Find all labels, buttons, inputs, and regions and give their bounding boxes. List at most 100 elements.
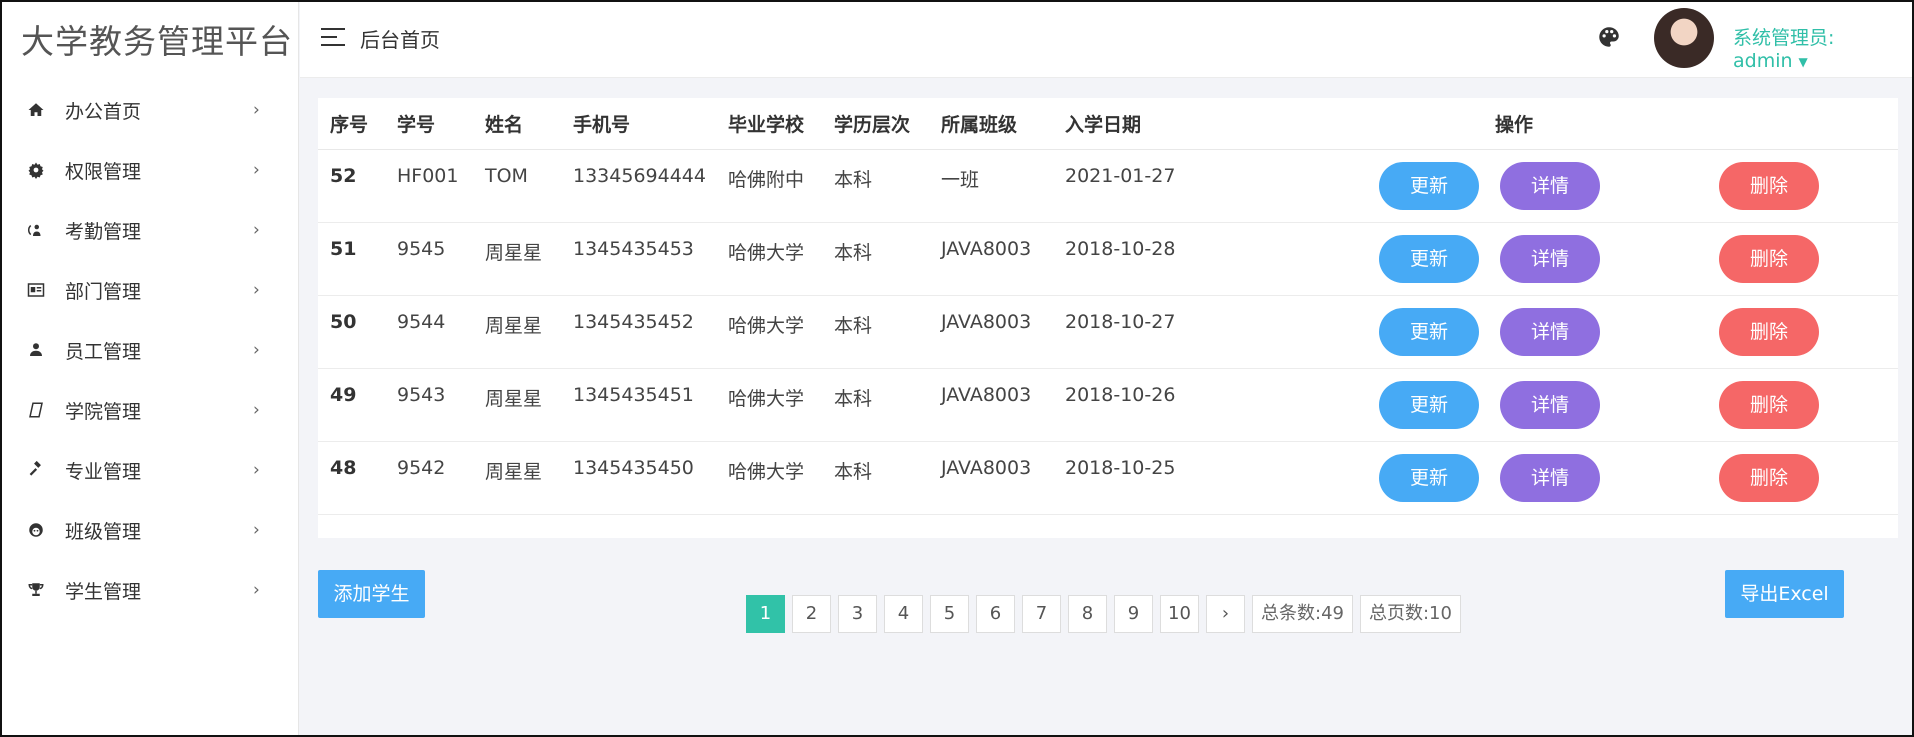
table-cell: 2018-10-27 [1053,295,1213,369]
sidebar-item-3[interactable]: 考勤管理 › [0,200,298,260]
page-button-10[interactable]: 10 [1160,595,1199,633]
sidebar-item-label: 班级管理 [65,520,142,543]
user-icon [26,340,46,360]
column-header: 入学日期 [1053,98,1213,150]
column-header: 姓名 [473,98,561,150]
user-name-label: 系统管理员: admin [1733,27,1835,72]
sidebar-item-6[interactable]: 学院管理 › [0,380,298,440]
table-cell: 哈佛大学 [716,368,822,442]
palette-icon[interactable] [1596,24,1622,50]
page-button-8[interactable]: 8 [1068,595,1107,633]
table-cell: 2018-10-25 [1053,441,1213,515]
table-cell: 一班 [929,149,1053,223]
next-page-button[interactable]: › [1206,595,1245,633]
update-button[interactable]: 更新 [1379,161,1479,210]
row-actions: 更新 详情 删除 [1213,295,1898,369]
table-row: 51 9545 周星星 1345435453 哈佛大学 本科 JAVA8003 2018-10… [318,222,1898,296]
total-pages-label: 总页数:10 [1359,595,1461,633]
detail-button[interactable]: 详情 [1500,161,1600,210]
update-button[interactable]: 更新 [1379,234,1479,283]
delete-button[interactable]: 删除 [1719,307,1819,356]
table-cell: 2018-10-26 [1053,368,1213,442]
sidebar-item-label: 考勤管理 [65,220,142,243]
update-button[interactable]: 更新 [1379,307,1479,356]
sidebar-item-1[interactable]: 办公首页 › [0,80,298,140]
table-cell: 9544 [385,295,473,369]
id-card-icon [26,280,46,300]
table-row: 48 9542 周星星 1345435450 哈佛大学 本科 JAVA8003 2018-10… [318,441,1898,515]
table-cell: 哈佛大学 [716,222,822,296]
page-button-2[interactable]: 2 [792,595,831,633]
detail-button[interactable]: 详情 [1500,380,1600,429]
table-cell: 本科 [822,149,929,223]
page-button-3[interactable]: 3 [838,595,877,633]
delete-button[interactable]: 删除 [1719,234,1819,283]
caret-down-icon: ▼ [1798,54,1808,69]
row-actions: 更新 详情 删除 [1213,368,1898,442]
table-cell: 1345435453 [561,222,716,296]
menu-toggle-icon[interactable] [321,28,345,48]
table-cell: 51 [318,222,385,296]
chevron-right-icon: › [253,580,260,600]
table-cell: 2021-01-27 [1053,149,1213,223]
table-cell: HF001 [385,149,473,223]
delete-button[interactable]: 删除 [1719,380,1819,429]
user-menu[interactable]: 系统管理员: admin ▼ [1733,23,1914,72]
table-cell: 周星星 [473,441,561,515]
detail-button[interactable]: 详情 [1500,453,1600,502]
person-refresh-icon [26,220,46,240]
sidebar-nav: 办公首页 › 权限管理 › 考勤管理 › 部门管理 › 员工管理 › 学院管理 › 专业管理 › 班级管理 ›… [0,80,298,620]
sidebar-item-8[interactable]: 班级管理 › [0,500,298,560]
table-cell: 9542 [385,441,473,515]
sidebar-item-7[interactable]: 专业管理 › [0,440,298,500]
table-cell: 本科 [822,295,929,369]
detail-button[interactable]: 详情 [1500,307,1600,356]
sidebar-item-9[interactable]: 学生管理 › [0,560,298,620]
sidebar-item-label: 部门管理 [65,280,142,303]
table-cell: 哈佛大学 [716,295,822,369]
brand-title: 大学教务管理平台 [21,22,293,61]
page-button-6[interactable]: 6 [976,595,1015,633]
table-cell: 周星星 [473,295,561,369]
chevron-right-icon: › [253,160,260,180]
update-button[interactable]: 更新 [1379,380,1479,429]
column-header: 序号 [318,98,385,150]
chevron-right-icon: › [253,460,260,480]
add-student-button[interactable]: 添加学生 [318,570,425,618]
table-cell: 本科 [822,222,929,296]
table-row: 52 HF001 TOM 13345694444 哈佛附中 本科 一班 2021-01-27 更… [318,149,1898,223]
page-button-7[interactable]: 7 [1022,595,1061,633]
pagination: 1 2 3 4 5 6 7 8 9 10 › 总条数:49 总页数:10 [746,595,1468,633]
table-cell: 48 [318,441,385,515]
page-button-4[interactable]: 4 [884,595,923,633]
column-header: 所属班级 [929,98,1053,150]
chevron-right-icon: › [253,280,260,300]
table-cell: TOM [473,149,561,223]
book-icon [26,400,46,420]
row-actions: 更新 详情 删除 [1213,149,1898,223]
sidebar: 大学教务管理平台 办公首页 › 权限管理 › 考勤管理 › 部门管理 › 员工管理 › 学院管理 › 专… [0,0,299,737]
top-header: 后台首页 系统管理员: admin ▼ [300,0,1914,78]
sidebar-item-label: 学生管理 [65,580,142,603]
column-header: 手机号 [561,98,716,150]
page-button-9[interactable]: 9 [1114,595,1153,633]
row-actions: 更新 详情 删除 [1213,441,1898,515]
avatar[interactable] [1654,8,1714,68]
page-button-5[interactable]: 5 [930,595,969,633]
detail-button[interactable]: 详情 [1500,234,1600,283]
export-excel-button[interactable]: 导出Excel [1725,570,1844,618]
sidebar-item-5[interactable]: 员工管理 › [0,320,298,380]
table-cell: 本科 [822,368,929,442]
sidebar-item-4[interactable]: 部门管理 › [0,260,298,320]
chevron-right-icon: › [253,340,260,360]
delete-button[interactable]: 删除 [1719,453,1819,502]
table-cell: 周星星 [473,222,561,296]
delete-button[interactable]: 删除 [1719,161,1819,210]
page-button-1[interactable]: 1 [746,595,785,633]
update-button[interactable]: 更新 [1379,453,1479,502]
column-header: 学号 [385,98,473,150]
table-cell: JAVA8003 [929,368,1053,442]
sidebar-item-2[interactable]: 权限管理 › [0,140,298,200]
table-cell: JAVA8003 [929,441,1053,515]
sidebar-item-label: 学院管理 [65,400,142,423]
